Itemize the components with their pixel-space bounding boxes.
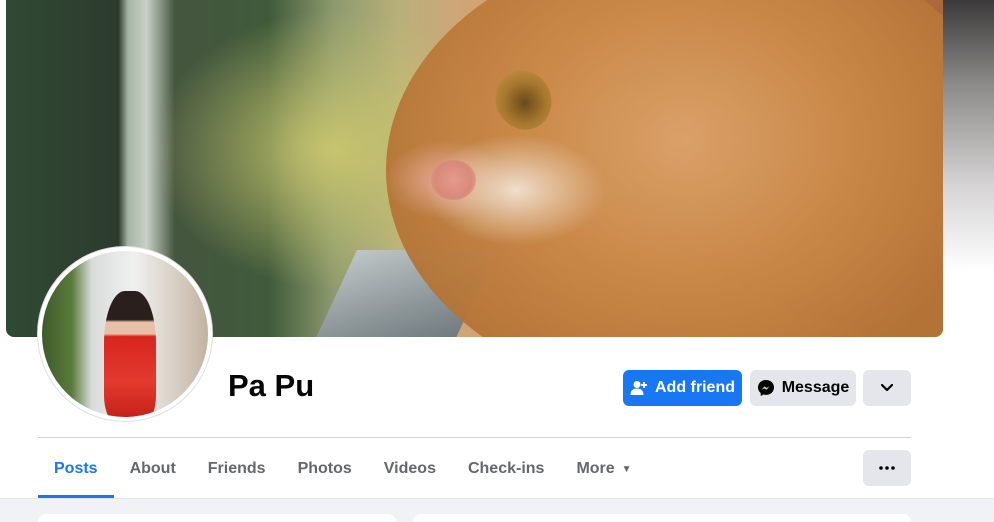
tab-friends-label: Friends (207, 460, 266, 477)
add-friend-button[interactable]: Add friend (623, 370, 742, 406)
ellipsis-icon (879, 466, 895, 470)
posts-card (413, 514, 911, 522)
intro-card (38, 514, 396, 522)
tab-photos[interactable]: Photos (282, 440, 368, 498)
page-edge-shade (943, 0, 994, 340)
tab-friends[interactable]: Friends (192, 440, 282, 498)
tab-check-ins[interactable]: Check-ins (452, 440, 560, 498)
tab-posts-label: Posts (54, 460, 98, 477)
profile-tabs: Posts About Friends Photos Videos Check-… (38, 440, 648, 498)
tab-posts[interactable]: Posts (38, 440, 114, 498)
messenger-icon (757, 380, 774, 396)
tab-videos[interactable]: Videos (368, 440, 452, 498)
tab-videos-label: Videos (383, 460, 436, 477)
chevron-down-icon (881, 384, 893, 392)
caret-down-icon: ▼ (621, 463, 632, 475)
profile-name: Pa Pu (228, 368, 315, 403)
person-add-icon (630, 381, 647, 395)
profile-dropdown-button[interactable] (863, 370, 911, 406)
profile-options-button[interactable] (863, 450, 911, 486)
tab-about[interactable]: About (114, 440, 192, 498)
tab-more-label: More (576, 460, 615, 477)
cover-cat-nose (431, 160, 476, 200)
avatar-person (104, 291, 156, 417)
profile-avatar[interactable] (38, 247, 212, 421)
message-button[interactable]: Message (750, 370, 856, 406)
tab-photos-label: Photos (297, 460, 352, 477)
tab-check-ins-label: Check-ins (467, 460, 545, 477)
tab-about-label: About (129, 460, 176, 477)
header-divider (38, 437, 911, 438)
add-friend-label: Add friend (655, 379, 735, 396)
tab-more[interactable]: More ▼ (560, 440, 647, 498)
message-label: Message (781, 379, 850, 396)
